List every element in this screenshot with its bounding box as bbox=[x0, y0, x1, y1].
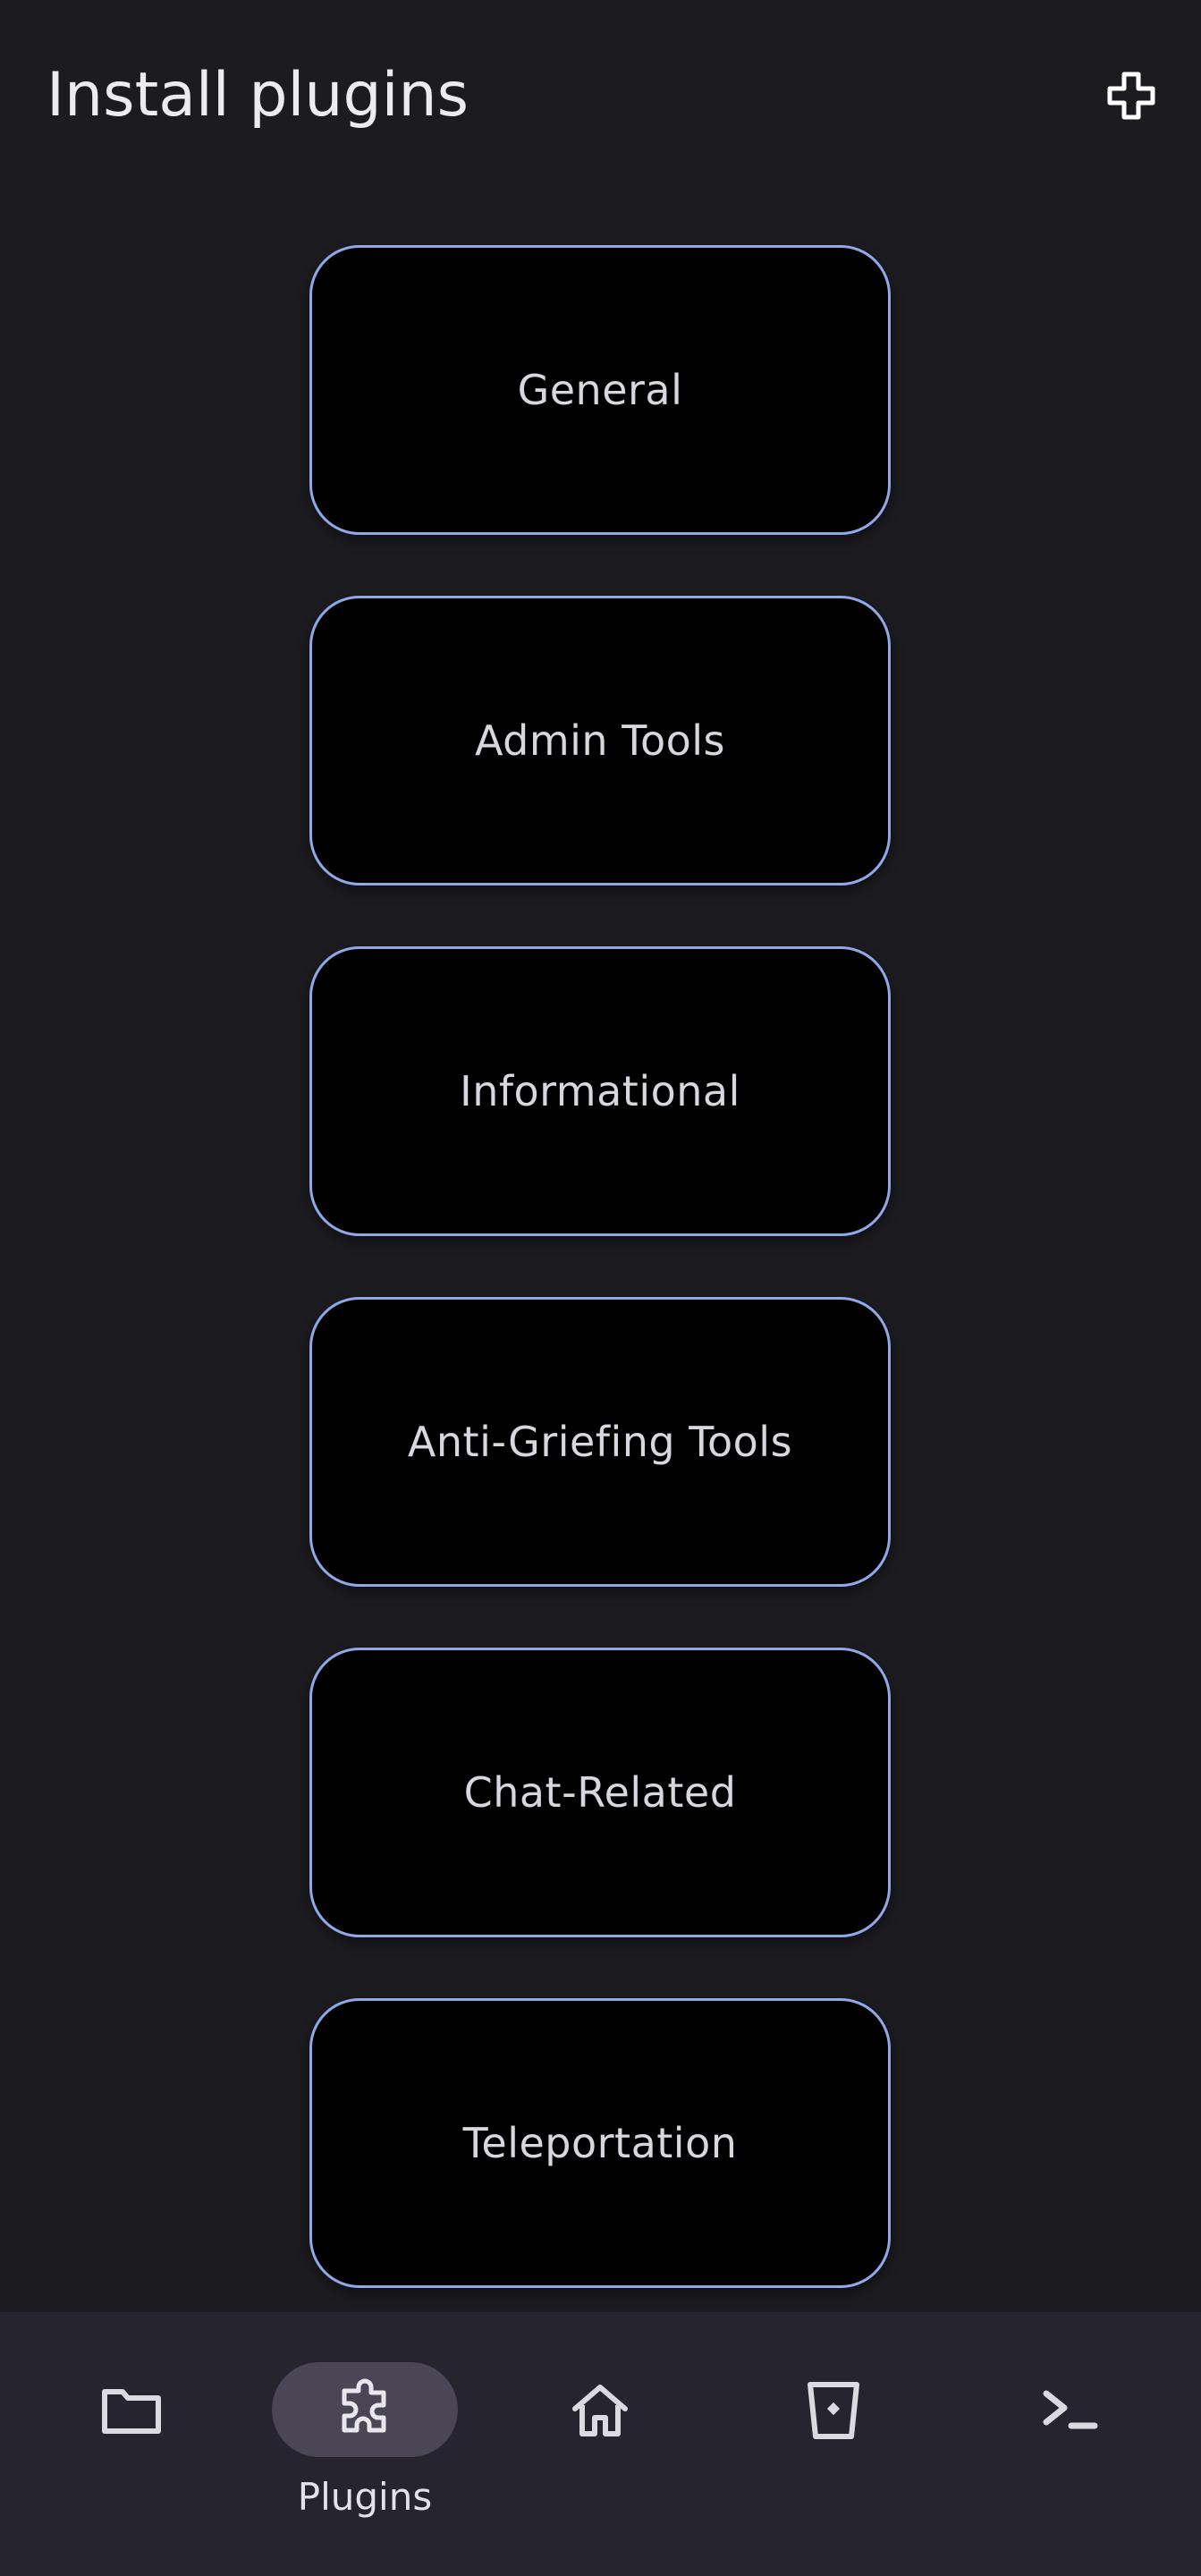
home-icon bbox=[572, 2385, 628, 2436]
nav-icon-container bbox=[38, 2362, 224, 2457]
trash-icon bbox=[808, 2382, 859, 2439]
nav-item-files[interactable] bbox=[42, 2312, 221, 2576]
nav-item-trash[interactable] bbox=[744, 2312, 923, 2576]
bottom-navigation-bar: Plugins bbox=[0, 2312, 1201, 2576]
nav-icon-container bbox=[740, 2362, 926, 2457]
nav-label-plugins: Plugins bbox=[297, 2475, 433, 2519]
category-label: Chat-Related bbox=[463, 1768, 737, 1817]
nav-icon-container bbox=[507, 2362, 693, 2457]
category-card-anti-griefing-tools[interactable]: Anti-Griefing Tools bbox=[309, 1297, 891, 1587]
category-label: Informational bbox=[460, 1067, 740, 1115]
plus-icon bbox=[1107, 72, 1155, 120]
category-label: Admin Tools bbox=[474, 716, 726, 765]
app-header: Install plugins bbox=[0, 0, 1201, 197]
terminal-icon bbox=[1043, 2390, 1098, 2429]
nav-icon-container bbox=[977, 2362, 1163, 2457]
nav-item-home[interactable] bbox=[511, 2312, 689, 2576]
category-label: Teleportation bbox=[462, 2119, 738, 2167]
page-title: Install plugins bbox=[47, 60, 469, 131]
category-card-admin-tools[interactable]: Admin Tools bbox=[309, 596, 891, 886]
folder-icon bbox=[102, 2389, 161, 2434]
nav-item-plugins[interactable]: Plugins bbox=[272, 2312, 458, 2576]
add-plugin-button[interactable] bbox=[1100, 64, 1163, 127]
category-card-informational[interactable]: Informational bbox=[309, 946, 891, 1236]
category-card-teleportation[interactable]: Teleportation bbox=[309, 1998, 891, 2288]
category-card-chat-related[interactable]: Chat-Related bbox=[309, 1648, 891, 1937]
category-card-general[interactable]: General bbox=[309, 245, 891, 535]
category-label: Anti-Griefing Tools bbox=[407, 1418, 793, 1466]
puzzle-icon bbox=[342, 2378, 386, 2433]
category-label: General bbox=[517, 366, 683, 414]
nav-active-indicator bbox=[272, 2362, 458, 2457]
nav-item-console[interactable] bbox=[980, 2312, 1159, 2576]
